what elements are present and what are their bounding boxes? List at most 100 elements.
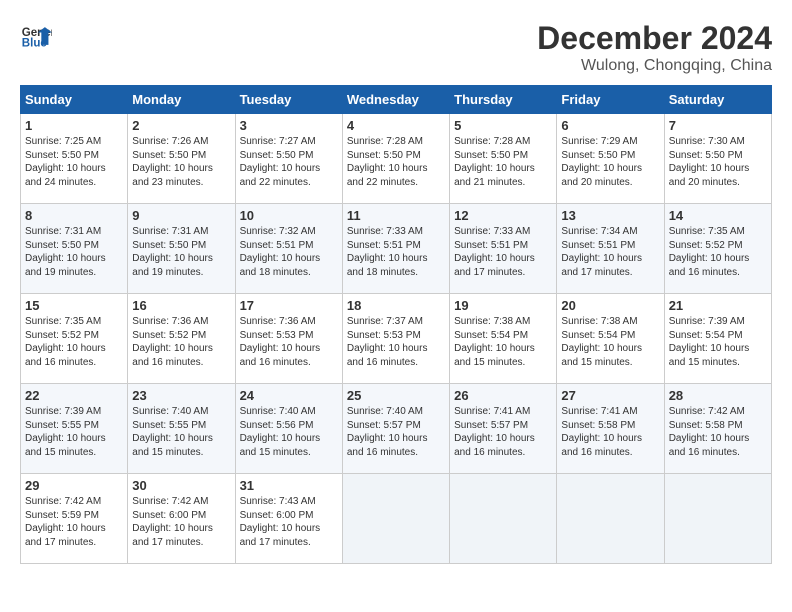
day-info: Sunrise: 7:36 AMSunset: 5:53 PMDaylight:… — [240, 315, 338, 369]
day-number: 13 — [561, 208, 659, 223]
day-number: 31 — [240, 478, 338, 493]
day-info: Sunrise: 7:42 AMSunset: 5:58 PMDaylight:… — [669, 405, 767, 459]
calendar-week-5: 29 Sunrise: 7:42 AMSunset: 5:59 PMDayligh… — [21, 474, 772, 564]
day-number: 20 — [561, 298, 659, 313]
day-number: 11 — [347, 208, 445, 223]
day-number: 28 — [669, 388, 767, 403]
day-number: 8 — [25, 208, 123, 223]
calendar-cell: 20 Sunrise: 7:38 AMSunset: 5:54 PMDayligh… — [557, 294, 664, 384]
calendar-cell: 19 Sunrise: 7:38 AMSunset: 5:54 PMDayligh… — [450, 294, 557, 384]
calendar-cell: 2Sunrise: 7:26 AMSunset: 5:50 PMDaylight… — [128, 114, 235, 204]
col-thursday: Thursday — [450, 86, 557, 114]
calendar-cell: 24 Sunrise: 7:40 AMSunset: 5:56 PMDayligh… — [235, 384, 342, 474]
day-info: Sunrise: 7:40 AMSunset: 5:55 PMDaylight:… — [132, 405, 230, 459]
calendar-cell: 27 Sunrise: 7:41 AMSunset: 5:58 PMDayligh… — [557, 384, 664, 474]
col-friday: Friday — [557, 86, 664, 114]
day-number: 16 — [132, 298, 230, 313]
day-number: 7 — [669, 118, 767, 133]
day-info: Sunrise: 7:29 AMSunset: 5:50 PMDaylight:… — [561, 135, 659, 189]
calendar-cell: 1Sunrise: 7:25 AMSunset: 5:50 PMDaylight… — [21, 114, 128, 204]
day-info: Sunrise: 7:31 AMSunset: 5:50 PMDaylight:… — [25, 225, 123, 279]
col-wednesday: Wednesday — [342, 86, 449, 114]
day-info: Sunrise: 7:40 AMSunset: 5:56 PMDaylight:… — [240, 405, 338, 459]
day-info: Sunrise: 7:41 AMSunset: 5:58 PMDaylight:… — [561, 405, 659, 459]
calendar-cell: 30Sunrise: 7:42 AMSunset: 6:00 PMDayligh… — [128, 474, 235, 564]
title-area: December 2024 Wulong, Chongqing, China — [537, 20, 772, 75]
day-number: 5 — [454, 118, 552, 133]
day-info: Sunrise: 7:35 AMSunset: 5:52 PMDaylight:… — [669, 225, 767, 279]
calendar-cell — [664, 474, 771, 564]
day-number: 3 — [240, 118, 338, 133]
day-info: Sunrise: 7:40 AMSunset: 5:57 PMDaylight:… — [347, 405, 445, 459]
calendar-week-4: 22 Sunrise: 7:39 AMSunset: 5:55 PMDayligh… — [21, 384, 772, 474]
col-saturday: Saturday — [664, 86, 771, 114]
day-number: 23 — [132, 388, 230, 403]
day-number: 29 — [25, 478, 123, 493]
day-number: 6 — [561, 118, 659, 133]
calendar-cell: 13 Sunrise: 7:34 AMSunset: 5:51 PMDayligh… — [557, 204, 664, 294]
day-number: 22 — [25, 388, 123, 403]
day-number: 27 — [561, 388, 659, 403]
calendar-cell: 25 Sunrise: 7:40 AMSunset: 5:57 PMDayligh… — [342, 384, 449, 474]
calendar-cell: 14 Sunrise: 7:35 AMSunset: 5:52 PMDayligh… — [664, 204, 771, 294]
calendar-week-3: 15 Sunrise: 7:35 AMSunset: 5:52 PMDayligh… — [21, 294, 772, 384]
day-number: 18 — [347, 298, 445, 313]
day-number: 24 — [240, 388, 338, 403]
calendar-cell — [557, 474, 664, 564]
calendar-cell: 10Sunrise: 7:32 AMSunset: 5:51 PMDayligh… — [235, 204, 342, 294]
calendar-cell: 11 Sunrise: 7:33 AMSunset: 5:51 PMDayligh… — [342, 204, 449, 294]
calendar-cell: 26 Sunrise: 7:41 AMSunset: 5:57 PMDayligh… — [450, 384, 557, 474]
calendar-cell — [450, 474, 557, 564]
day-number: 19 — [454, 298, 552, 313]
day-info: Sunrise: 7:42 AMSunset: 5:59 PMDaylight:… — [25, 495, 123, 549]
calendar-cell: 16 Sunrise: 7:36 AMSunset: 5:52 PMDayligh… — [128, 294, 235, 384]
day-info: Sunrise: 7:39 AMSunset: 5:55 PMDaylight:… — [25, 405, 123, 459]
day-info: Sunrise: 7:38 AMSunset: 5:54 PMDaylight:… — [561, 315, 659, 369]
logo-icon: General Blue — [20, 20, 52, 52]
calendar-cell: 21 Sunrise: 7:39 AMSunset: 5:54 PMDayligh… — [664, 294, 771, 384]
calendar-cell — [342, 474, 449, 564]
calendar-cell: 17Sunrise: 7:36 AMSunset: 5:53 PMDayligh… — [235, 294, 342, 384]
day-info: Sunrise: 7:33 AMSunset: 5:51 PMDaylight:… — [347, 225, 445, 279]
calendar-cell: 9Sunrise: 7:31 AMSunset: 5:50 PMDaylight… — [128, 204, 235, 294]
day-info: Sunrise: 7:27 AMSunset: 5:50 PMDaylight:… — [240, 135, 338, 189]
day-number: 1 — [25, 118, 123, 133]
day-info: Sunrise: 7:38 AMSunset: 5:54 PMDaylight:… — [454, 315, 552, 369]
day-info: Sunrise: 7:33 AMSunset: 5:51 PMDaylight:… — [454, 225, 552, 279]
calendar-cell: 5 Sunrise: 7:28 AMSunset: 5:50 PMDaylight… — [450, 114, 557, 204]
calendar-cell: 18 Sunrise: 7:37 AMSunset: 5:53 PMDayligh… — [342, 294, 449, 384]
day-number: 4 — [347, 118, 445, 133]
calendar-cell: 31Sunrise: 7:43 AMSunset: 6:00 PMDayligh… — [235, 474, 342, 564]
day-info: Sunrise: 7:37 AMSunset: 5:53 PMDaylight:… — [347, 315, 445, 369]
location-title: Wulong, Chongqing, China — [537, 57, 772, 75]
day-number: 25 — [347, 388, 445, 403]
day-info: Sunrise: 7:41 AMSunset: 5:57 PMDaylight:… — [454, 405, 552, 459]
day-number: 2 — [132, 118, 230, 133]
day-info: Sunrise: 7:35 AMSunset: 5:52 PMDaylight:… — [25, 315, 123, 369]
day-number: 30 — [132, 478, 230, 493]
day-info: Sunrise: 7:30 AMSunset: 5:50 PMDaylight:… — [669, 135, 767, 189]
day-number: 15 — [25, 298, 123, 313]
col-sunday: Sunday — [21, 86, 128, 114]
day-info: Sunrise: 7:39 AMSunset: 5:54 PMDaylight:… — [669, 315, 767, 369]
day-info: Sunrise: 7:28 AMSunset: 5:50 PMDaylight:… — [454, 135, 552, 189]
calendar-cell: 7 Sunrise: 7:30 AMSunset: 5:50 PMDaylight… — [664, 114, 771, 204]
logo: General Blue — [20, 20, 52, 52]
page-header: General Blue December 2024 Wulong, Chong… — [20, 20, 772, 75]
calendar-cell: 29 Sunrise: 7:42 AMSunset: 5:59 PMDayligh… — [21, 474, 128, 564]
day-number: 10 — [240, 208, 338, 223]
col-monday: Monday — [128, 86, 235, 114]
calendar-cell: 4Sunrise: 7:28 AMSunset: 5:50 PMDaylight… — [342, 114, 449, 204]
day-number: 21 — [669, 298, 767, 313]
calendar-cell: 15 Sunrise: 7:35 AMSunset: 5:52 PMDayligh… — [21, 294, 128, 384]
day-number: 12 — [454, 208, 552, 223]
day-info: Sunrise: 7:34 AMSunset: 5:51 PMDaylight:… — [561, 225, 659, 279]
col-tuesday: Tuesday — [235, 86, 342, 114]
calendar-cell: 6 Sunrise: 7:29 AMSunset: 5:50 PMDaylight… — [557, 114, 664, 204]
day-number: 26 — [454, 388, 552, 403]
calendar-cell: 23 Sunrise: 7:40 AMSunset: 5:55 PMDayligh… — [128, 384, 235, 474]
day-number: 9 — [132, 208, 230, 223]
day-info: Sunrise: 7:36 AMSunset: 5:52 PMDaylight:… — [132, 315, 230, 369]
calendar-week-1: 1Sunrise: 7:25 AMSunset: 5:50 PMDaylight… — [21, 114, 772, 204]
day-number: 14 — [669, 208, 767, 223]
